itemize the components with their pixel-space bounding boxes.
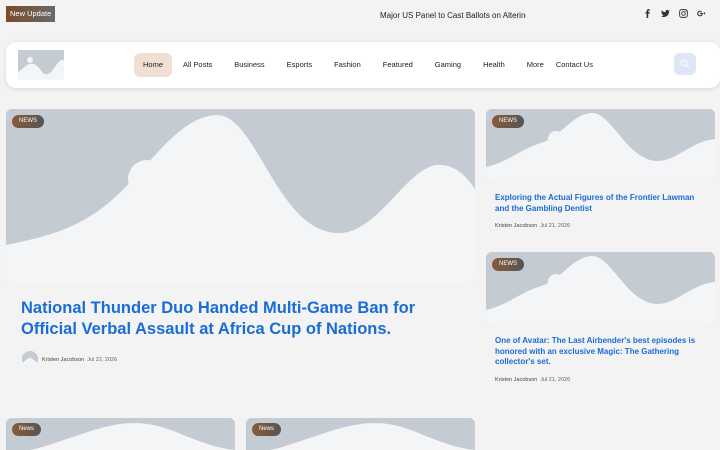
- nav-health[interactable]: Health: [472, 53, 516, 77]
- social-links: [643, 9, 706, 20]
- instagram-icon[interactable]: [679, 9, 688, 20]
- author-name[interactable]: Kristen Jacobson: [495, 377, 537, 383]
- top-bar: New Update Major US Panel to Cast Ballot…: [0, 0, 720, 32]
- nav-all-posts[interactable]: All Posts: [172, 53, 223, 77]
- nav-gaming[interactable]: Gaming: [424, 53, 472, 77]
- category-tag[interactable]: News: [12, 423, 42, 436]
- nav-contact-us[interactable]: Contact Us: [548, 53, 604, 77]
- new-update-badge: New Update: [6, 6, 56, 22]
- nav-home[interactable]: Home: [134, 53, 173, 77]
- facebook-icon[interactable]: [643, 9, 652, 20]
- twitter-icon[interactable]: [661, 9, 670, 20]
- side-article-image[interactable]: NEWS: [486, 252, 715, 326]
- category-tag[interactable]: NEWS: [12, 115, 44, 128]
- site-header: Home All Posts Business Esports Fashion …: [6, 42, 720, 88]
- publish-date: Jul 22, 2026: [87, 357, 118, 363]
- site-logo[interactable]: [18, 50, 64, 80]
- hero-article-meta: Kristen Jacobson Jul 22, 2026: [42, 357, 117, 363]
- side-article-image[interactable]: NEWS: [486, 109, 715, 183]
- category-tag[interactable]: NEWS: [492, 258, 524, 271]
- nav-featured[interactable]: Featured: [372, 53, 424, 77]
- side-article-meta: Kristen Jacobson Jul 21, 2026: [495, 223, 570, 229]
- nav-fashion[interactable]: Fashion: [323, 53, 372, 77]
- hero-article-title[interactable]: National Thunder Duo Handed Multi-Game B…: [21, 298, 461, 340]
- nav-more[interactable]: More: [516, 53, 548, 77]
- side-article-title[interactable]: One of Avatar: The Last Airbender's best…: [495, 336, 705, 368]
- author-name[interactable]: Kristen Jacobson: [42, 357, 84, 363]
- publish-date: Jul 21, 2026: [540, 377, 571, 383]
- author-avatar: [22, 351, 38, 367]
- category-tag[interactable]: NEWS: [492, 115, 524, 128]
- search-button[interactable]: [674, 53, 696, 75]
- category-tag[interactable]: News: [252, 423, 282, 436]
- nav-esports[interactable]: Esports: [276, 53, 323, 77]
- google-plus-icon[interactable]: [697, 9, 706, 20]
- nav-business[interactable]: Business: [223, 53, 275, 77]
- side-article-title[interactable]: Exploring the Actual Figures of the Fron…: [495, 193, 705, 214]
- main-nav: Home All Posts Business Esports Fashion …: [134, 53, 604, 77]
- hero-article-image[interactable]: NEWS: [6, 109, 475, 283]
- bottom-article-image[interactable]: News: [246, 418, 475, 450]
- side-article-meta: Kristen Jacobson Jul 21, 2026: [495, 377, 570, 383]
- news-ticker[interactable]: Major US Panel to Cast Ballots on Alteri…: [380, 11, 526, 20]
- author-name[interactable]: Kristen Jacobson: [495, 223, 537, 229]
- bottom-article-image[interactable]: News: [6, 418, 235, 450]
- publish-date: Jul 21, 2026: [540, 223, 571, 229]
